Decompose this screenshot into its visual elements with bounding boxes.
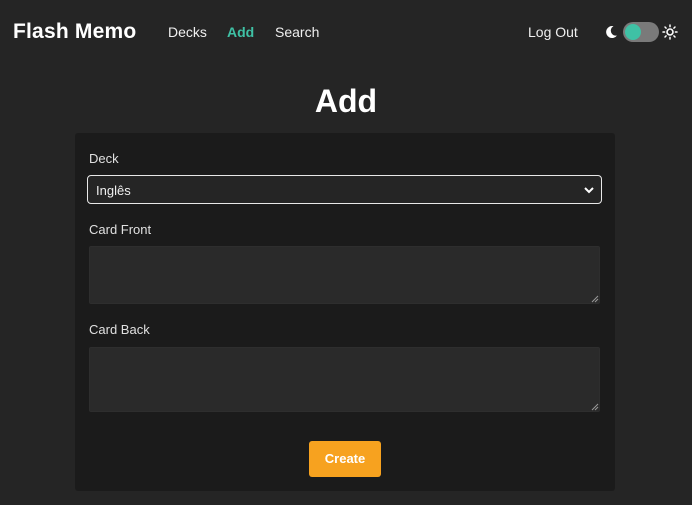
card-front-label: Card Front xyxy=(89,222,152,237)
sun-icon xyxy=(662,24,678,40)
chevron-down-icon xyxy=(584,187,594,194)
brand-logo[interactable]: Flash Memo xyxy=(13,20,136,44)
nav-link-search[interactable]: Search xyxy=(275,24,319,40)
deck-select[interactable]: Inglês xyxy=(87,175,602,204)
deck-label: Deck xyxy=(89,151,119,166)
switch-knob xyxy=(625,24,641,40)
nav-link-add[interactable]: Add xyxy=(227,24,254,40)
resize-handle-icon[interactable] xyxy=(591,403,599,411)
deck-select-value: Inglês xyxy=(96,183,131,198)
moon-icon xyxy=(606,26,617,39)
card-back-textarea[interactable] xyxy=(89,347,600,412)
nav-link-decks[interactable]: Decks xyxy=(168,24,207,40)
card-back-label: Card Back xyxy=(89,322,150,337)
add-card-form: Deck Inglês Card Front Card Back Create xyxy=(75,133,615,491)
create-button[interactable]: Create xyxy=(309,441,381,477)
resize-handle-icon[interactable] xyxy=(591,295,599,303)
page-title: Add xyxy=(314,83,378,119)
theme-toggle xyxy=(603,21,679,43)
navbar: Flash Memo Decks Add Search Log Out xyxy=(0,0,692,64)
card-front-textarea[interactable] xyxy=(89,246,600,304)
theme-switch[interactable] xyxy=(623,22,659,42)
logout-link[interactable]: Log Out xyxy=(528,24,578,40)
